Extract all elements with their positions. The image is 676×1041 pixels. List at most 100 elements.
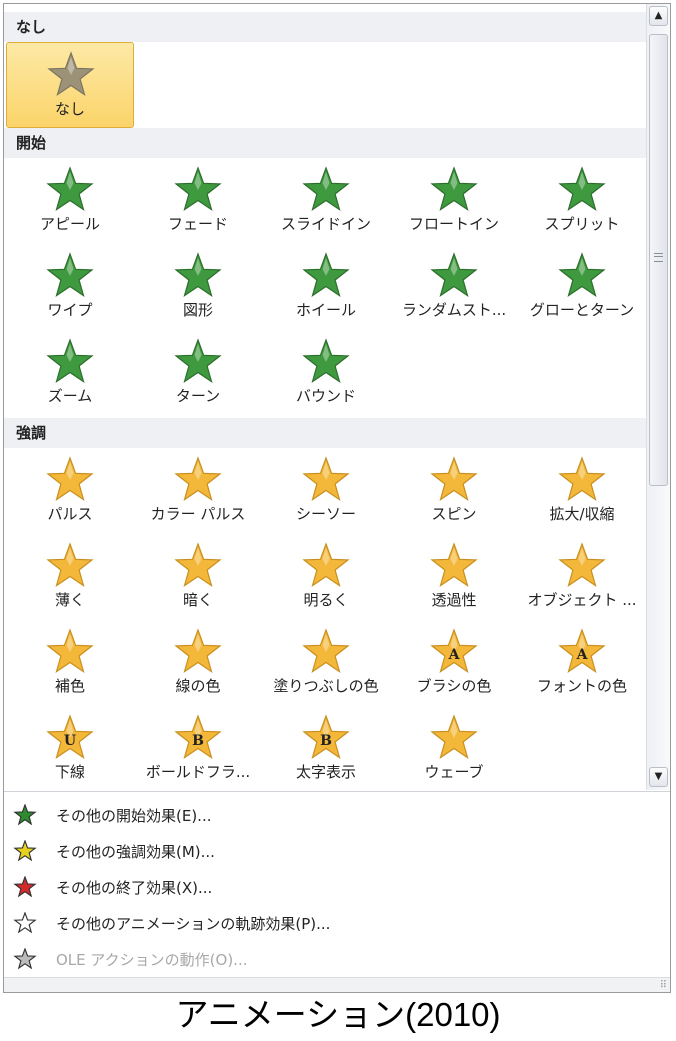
bold-flash-star-icon: B: [174, 714, 222, 760]
shape-star-icon: [174, 252, 222, 298]
resize-bar[interactable]: ⠿: [4, 977, 670, 992]
effect-label: ボールドフラ...: [145, 763, 251, 781]
effect-underline[interactable]: U 下線: [6, 706, 134, 790]
effect-darken[interactable]: 暗く: [134, 534, 262, 620]
effect-appear[interactable]: アピール: [6, 158, 134, 244]
font-color-star-icon: A: [558, 628, 606, 674]
effect-fill-color[interactable]: 塗りつぶしの色: [262, 620, 390, 706]
underline-star-icon: U: [46, 714, 94, 760]
effect-random-bars[interactable]: ランダムスト...: [390, 244, 518, 330]
complementary-color-star-icon: [46, 628, 94, 674]
effect-label: 線の色: [175, 677, 221, 695]
effect-font-color[interactable]: A フォントの色: [518, 620, 646, 706]
effect-line-color[interactable]: 線の色: [134, 620, 262, 706]
scrollbar-thumb[interactable]: [649, 34, 668, 486]
effect-label: パルス: [47, 505, 93, 523]
effect-label: 塗りつぶしの色: [273, 677, 379, 695]
wave-star-icon: [430, 714, 478, 760]
effect-label: カラー パルス: [150, 505, 246, 523]
bounce-star-icon: [302, 338, 350, 384]
section-header: 強調: [4, 418, 646, 448]
resize-grip-icon[interactable]: ⠿: [660, 980, 667, 991]
more-exit-icon: [13, 876, 37, 898]
effect-label: スライドイン: [280, 215, 371, 233]
effect-grow-shrink[interactable]: 拡大/収縮: [518, 448, 646, 534]
effect-zoom[interactable]: ズーム: [6, 330, 134, 416]
effect-label: 図形: [182, 301, 213, 319]
effect-lighten[interactable]: 明るく: [262, 534, 390, 620]
effect-float-in[interactable]: フロートイン: [390, 158, 518, 244]
color-pulse-star-icon: [174, 456, 222, 502]
svg-text:U: U: [64, 733, 76, 749]
effect-split[interactable]: スプリット: [518, 158, 646, 244]
ole-action-icon: [13, 948, 37, 970]
effect-label: スピン: [431, 505, 477, 523]
menu-item-label: その他の終了効果(X)...: [56, 879, 213, 897]
effect-spin[interactable]: スピン: [390, 448, 518, 534]
effect-teeter[interactable]: シーソー: [262, 448, 390, 534]
menu-item-label: OLE アクションの動作(O)...: [56, 951, 248, 969]
effect-color-pulse[interactable]: カラー パルス: [134, 448, 262, 534]
effect-label: 明るく: [303, 591, 349, 609]
pulse-star-icon: [46, 456, 94, 502]
bold-reveal-star-icon: B: [302, 714, 350, 760]
effect-wheel[interactable]: ホイール: [262, 244, 390, 330]
zoom-star-icon: [46, 338, 94, 384]
menu-item-label: その他の強調効果(M)...: [56, 843, 215, 861]
effect-bold-reveal[interactable]: B 太字表示: [262, 706, 390, 790]
menu-item-ole-action: OLE アクションの動作(O)...: [4, 942, 670, 976]
effect-object-color[interactable]: オブジェクト ...: [518, 534, 646, 620]
effect-wave[interactable]: ウェーブ: [390, 706, 518, 790]
effect-transparency[interactable]: 透過性: [390, 534, 518, 620]
effect-label: 透過性: [431, 591, 477, 609]
menu-item-more-motion-path[interactable]: その他のアニメーションの軌跡効果(P)...: [4, 906, 670, 940]
grow-turn-star-icon: [558, 252, 606, 298]
wipe-star-icon: [46, 252, 94, 298]
fly-in-star-icon: [302, 166, 350, 212]
scroll-up-button[interactable]: ▲: [649, 6, 668, 26]
caption: アニメーション(2010): [175, 996, 501, 1033]
svg-text:B: B: [320, 733, 332, 749]
effect-label: 薄く: [54, 591, 85, 609]
effect-bounce[interactable]: バウンド: [262, 330, 390, 416]
more-entrance-icon: [13, 804, 37, 826]
section-header: 開始: [4, 128, 646, 158]
menu-item-more-emphasis[interactable]: その他の強調効果(M)...: [4, 834, 670, 868]
fill-color-star-icon: [302, 628, 350, 674]
effect-label: 下線: [54, 763, 85, 781]
animation-gallery: なし なし 開始 アピール フェード スライドイン フロートイン スプリット ワイプ 図形 ホイール…: [4, 4, 646, 790]
random-bars-star-icon: [430, 252, 478, 298]
brush-color-star-icon: A: [430, 628, 478, 674]
transparency-star-icon: [430, 542, 478, 588]
effect-label: 拡大/収縮: [549, 505, 615, 523]
more-emphasis-icon: [13, 840, 37, 862]
effect-swivel[interactable]: ターン: [134, 330, 262, 416]
more-effects-menu: その他の開始効果(E)... その他の強調効果(M)... その他の終了効果(X).…: [4, 791, 670, 978]
scroll-down-button[interactable]: ▼: [649, 767, 668, 787]
effect-label: 太字表示: [295, 763, 356, 781]
effect-label: フェード: [167, 215, 228, 233]
effect-grow-turn[interactable]: グローとターン: [518, 244, 646, 330]
swivel-star-icon: [174, 338, 222, 384]
effect-label: ワイプ: [47, 301, 93, 319]
effect-label: 補色: [54, 677, 85, 695]
effect-label: ズーム: [47, 387, 93, 405]
effect-brush-color[interactable]: A ブラシの色: [390, 620, 518, 706]
effect-fly-in[interactable]: スライドイン: [262, 158, 390, 244]
line-color-star-icon: [174, 628, 222, 674]
fade-star-icon: [174, 166, 222, 212]
effect-pulse[interactable]: パルス: [6, 448, 134, 534]
lighten-star-icon: [302, 542, 350, 588]
darken-star-icon: [174, 542, 222, 588]
effect-wipe[interactable]: ワイプ: [6, 244, 134, 330]
effect-shape[interactable]: 図形: [134, 244, 262, 330]
effect-desaturate[interactable]: 薄く: [6, 534, 134, 620]
effect-fade[interactable]: フェード: [134, 158, 262, 244]
effect-complementary-color[interactable]: 補色: [6, 620, 134, 706]
menu-item-more-entrance[interactable]: その他の開始効果(E)...: [4, 798, 670, 832]
vertical-scrollbar[interactable]: ▲ ▼: [646, 4, 670, 790]
effect-bold-flash[interactable]: B ボールドフラ...: [134, 706, 262, 790]
effect-none[interactable]: なし: [6, 42, 134, 128]
menu-item-more-exit[interactable]: その他の終了効果(X)...: [4, 870, 670, 904]
float-in-star-icon: [430, 166, 478, 212]
